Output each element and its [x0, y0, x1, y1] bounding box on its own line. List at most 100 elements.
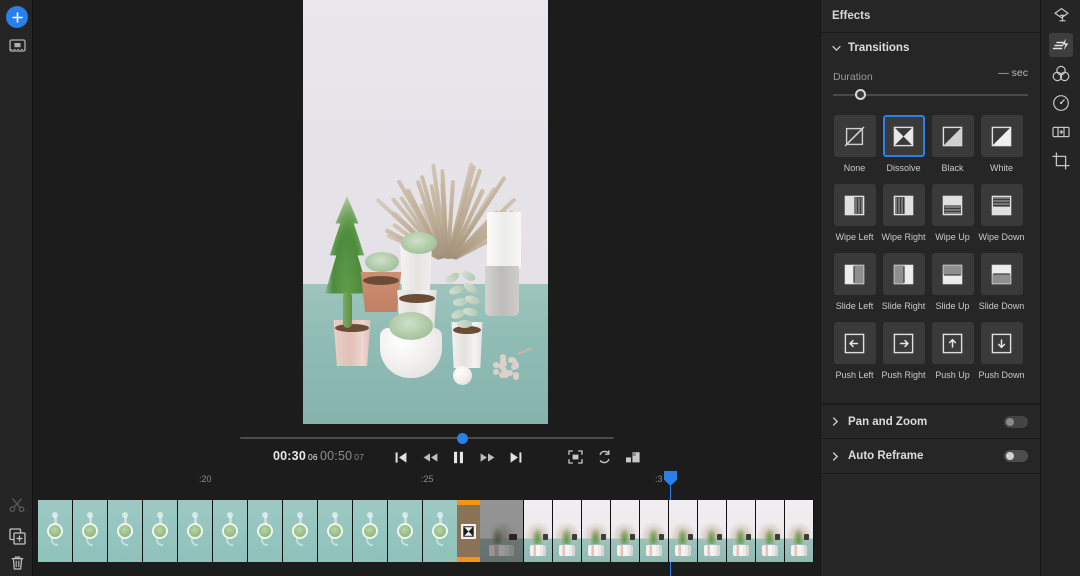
clip-thumbnail — [213, 500, 248, 562]
color-wheels-icon — [1052, 65, 1070, 83]
clip-thumbnail — [524, 500, 553, 562]
fast-forward-icon — [480, 452, 495, 463]
transition-option-white[interactable]: White — [977, 115, 1026, 184]
speed-tool-button[interactable] — [1049, 91, 1073, 115]
scrubber-handle[interactable] — [457, 433, 468, 444]
transition-option-push-down[interactable]: Push Down — [977, 322, 1026, 391]
clip-thumbnail — [178, 500, 213, 562]
crop-tool-button[interactable] — [1049, 149, 1073, 173]
ruler-tick: :20 — [199, 474, 212, 484]
effects-tool-button[interactable] — [1049, 33, 1073, 57]
video-editor-window: 00:3006 00:5007 — [0, 0, 1080, 576]
panel-header: Effects — [821, 0, 1040, 33]
fade-white-icon — [981, 115, 1023, 157]
clip-thumbnail — [73, 500, 108, 562]
split-clip-button[interactable] — [7, 495, 27, 515]
transition-option-label: Slide Up — [935, 301, 969, 311]
transition-option-label: Dissolve — [886, 163, 920, 173]
timeline-clip[interactable] — [38, 500, 462, 562]
transition-option-wipe-right[interactable]: Wipe Right — [879, 184, 928, 253]
transitions-section-header[interactable]: Transitions — [821, 33, 1040, 63]
add-clip-button[interactable] — [6, 6, 28, 28]
timeline-clip[interactable] — [480, 500, 815, 562]
total-timecode-value: 00:50 — [320, 449, 352, 463]
clip-thumbnail — [283, 500, 318, 562]
transition-option-label: Black — [941, 163, 963, 173]
ruler-tick: :3 — [655, 474, 663, 484]
clip-thumbnail-fading — [480, 500, 524, 562]
chevron-right-icon — [832, 417, 844, 426]
skip-to-end-button[interactable] — [504, 446, 528, 468]
transition-option-label: Push Left — [835, 370, 873, 380]
clip-thumbnail — [611, 500, 640, 562]
transition-option-dissolve[interactable]: Dissolve — [879, 115, 928, 184]
clip-thumbnail — [38, 500, 73, 562]
push-right-icon — [883, 322, 925, 364]
text-tool-button[interactable] — [1049, 3, 1073, 27]
auto-reframe-row[interactable]: Auto Reframe — [821, 439, 1040, 474]
fast-forward-button[interactable] — [475, 446, 499, 468]
transition-option-push-up[interactable]: Push Up — [928, 322, 977, 391]
pan-and-zoom-toggle[interactable] — [1004, 416, 1028, 428]
auto-reframe-toggle[interactable] — [1004, 450, 1028, 462]
dissolve-marker-icon — [461, 524, 476, 539]
loop-icon — [597, 450, 612, 464]
duplicate-clip-button[interactable] — [7, 526, 27, 546]
transition-option-slide-down[interactable]: Slide Down — [977, 253, 1026, 322]
transition-option-label: Push Down — [978, 370, 1024, 380]
transport-controls: 00:3006 00:5007 — [33, 446, 820, 470]
preview-scrubber[interactable] — [33, 431, 820, 445]
transition-option-label: Slide Down — [979, 301, 1025, 311]
skip-to-start-button[interactable] — [389, 446, 413, 468]
effects-icon — [1052, 37, 1070, 54]
pot-white-cylinder — [487, 212, 521, 270]
clip-thumbnail — [423, 500, 458, 562]
transition-option-push-right[interactable]: Push Right — [879, 322, 928, 391]
transition-option-label: Push Up — [935, 370, 970, 380]
quality-button[interactable] — [622, 447, 644, 467]
pause-button[interactable] — [446, 446, 470, 468]
fullscreen-button[interactable] — [564, 447, 586, 467]
pause-icon — [453, 451, 464, 464]
pan-and-zoom-row[interactable]: Pan and Zoom — [821, 404, 1040, 439]
transition-option-slide-right[interactable]: Slide Right — [879, 253, 928, 322]
color-tool-button[interactable] — [1049, 62, 1073, 86]
duration-slider[interactable] — [833, 87, 1028, 103]
duration-slider-knob[interactable] — [855, 89, 866, 100]
trash-icon — [10, 555, 25, 571]
transition-option-slide-up[interactable]: Slide Up — [928, 253, 977, 322]
video-track[interactable] — [38, 500, 815, 562]
succulent-rosette — [389, 312, 433, 340]
scrubber-track[interactable] — [240, 437, 614, 439]
rewind-button[interactable] — [418, 446, 442, 468]
loop-button[interactable] — [593, 447, 615, 467]
delete-clip-button[interactable] — [7, 553, 27, 573]
transition-option-wipe-down[interactable]: Wipe Down — [977, 184, 1026, 253]
wipe-left-icon — [834, 184, 876, 226]
wipe-down-icon — [981, 184, 1023, 226]
media-icon — [9, 38, 26, 53]
ruler-tick: :25 — [421, 474, 434, 484]
transition-option-slide-left[interactable]: Slide Left — [830, 253, 879, 322]
effects-panel: Effects Transitions Duration — sec NoneD… — [820, 0, 1040, 576]
clip-thumbnail — [640, 500, 669, 562]
transition-option-push-left[interactable]: Push Left — [830, 322, 879, 391]
transition-marker[interactable] — [457, 500, 480, 562]
no-transition-icon — [834, 115, 876, 157]
wipe-up-icon — [932, 184, 974, 226]
transition-option-black[interactable]: Black — [928, 115, 977, 184]
clip-thumbnail — [248, 500, 283, 562]
slide-up-icon — [932, 253, 974, 295]
media-library-button[interactable] — [7, 35, 27, 55]
video-preview[interactable] — [303, 0, 548, 424]
transitions-tool-button[interactable] — [1049, 120, 1073, 144]
slide-right-icon — [883, 253, 925, 295]
timeline-ruler[interactable]: :20 :25 :3 — [33, 470, 820, 492]
transition-option-label: Push Right — [881, 370, 925, 380]
push-left-icon — [834, 322, 876, 364]
transition-option-wipe-left[interactable]: Wipe Left — [830, 184, 879, 253]
panel-title: Effects — [832, 10, 870, 22]
transition-option-none[interactable]: None — [830, 115, 879, 184]
transition-option-wipe-up[interactable]: Wipe Up — [928, 184, 977, 253]
timeline[interactable]: :20 :25 :3 — [33, 470, 820, 576]
